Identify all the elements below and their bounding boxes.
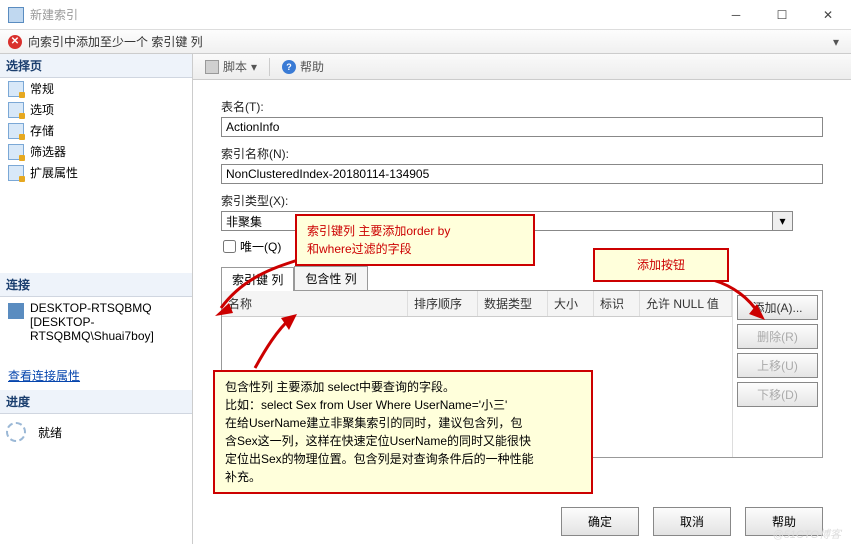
unique-checkbox[interactable] (223, 240, 236, 253)
server-icon (8, 303, 24, 319)
annotation-text: 添加按钮 (605, 256, 717, 274)
col-name[interactable]: 名称 (222, 291, 408, 316)
annotation-text: 和where过滤的字段 (307, 240, 523, 258)
page-icon (8, 102, 24, 118)
annotation-text: 在给UserName建立非聚集索引的同时，建议包含列，包 (225, 414, 581, 432)
error-bar: ✕ 向索引中添加至少一个 索引键 列 ▾ (0, 30, 851, 54)
maximize-button[interactable]: ☐ (759, 0, 805, 30)
remove-button: 删除(R) (737, 324, 818, 349)
page-icon (8, 123, 24, 139)
script-icon (205, 60, 219, 74)
index-type-label: 索引类型(X): (221, 192, 823, 209)
help-icon: ? (282, 60, 296, 74)
unique-label: 唯一(Q) (240, 238, 281, 255)
ok-button[interactable]: 确定 (561, 507, 639, 536)
sidebar-item-general[interactable]: 常规 (0, 78, 192, 99)
annotation-text: 比如：select Sex from User Where UserName='… (225, 396, 581, 414)
grid-button-column: 添加(A)... 删除(R) 上移(U) 下移(D) (732, 291, 822, 457)
page-icon (8, 144, 24, 160)
table-name-label: 表名(T): (221, 98, 823, 115)
annotation-text: 索引键列 主要添加order by (307, 222, 523, 240)
close-button[interactable]: ✕ (805, 0, 851, 30)
sidebar-item-extended[interactable]: 扩展属性 (0, 162, 192, 183)
app-icon (8, 7, 24, 23)
sidebar-item-storage[interactable]: 存储 (0, 120, 192, 141)
move-down-button: 下移(D) (737, 382, 818, 407)
titlebar: 新建索引 ─ ☐ ✕ (0, 0, 851, 30)
sidebar-label: 常规 (30, 80, 54, 97)
minimize-button[interactable]: ─ (713, 0, 759, 30)
tab-index-key-columns[interactable]: 索引键 列 (221, 267, 294, 291)
connection-header: 连接 (0, 273, 192, 297)
annotation-text: 补充。 (225, 468, 581, 486)
progress-status: 就绪 (0, 414, 192, 450)
annotation-add-button: 添加按钮 (593, 248, 729, 282)
add-button[interactable]: 添加(A)... (737, 295, 818, 320)
sidebar-label: 选项 (30, 101, 54, 118)
error-dropdown-icon[interactable]: ▾ (829, 35, 843, 49)
connection-machine: DESKTOP-RTSQBMQ (30, 301, 186, 315)
sidebar-item-options[interactable]: 选项 (0, 99, 192, 120)
annotation-index-key: 索引键列 主要添加order by 和where过滤的字段 (295, 214, 535, 266)
toolbar: 脚本 ▾ ? 帮助 (193, 54, 851, 80)
help-button[interactable]: ? 帮助 (276, 56, 330, 77)
progress-text: 就绪 (38, 424, 62, 441)
sidebar-label: 存储 (30, 122, 54, 139)
content-area: 脚本 ▾ ? 帮助 表名(T): 索引名称(N): 索引类型(X): ▾ (193, 54, 851, 544)
separator (269, 58, 270, 76)
tab-included-columns[interactable]: 包含性 列 (294, 266, 367, 290)
sidebar-item-filter[interactable]: 筛选器 (0, 141, 192, 162)
annotation-text: 定位出Sex的物理位置。包含列是对查询条件后的一种性能 (225, 450, 581, 468)
sidebar-label: 扩展属性 (30, 164, 78, 181)
progress-icon (6, 422, 26, 442)
col-sort[interactable]: 排序顺序 (408, 291, 478, 316)
table-name-input (221, 117, 823, 137)
annotation-included-columns: 包含性列 主要添加 select中要查询的字段。 比如：select Sex f… (213, 370, 593, 494)
index-type-dropdown-button[interactable]: ▾ (773, 211, 793, 231)
connection-auth: [DESKTOP-RTSQBMQ\Shuai7boy] (30, 315, 186, 343)
sidebar: 选择页 常规 选项 存储 筛选器 扩展属性 连接 DESKTOP-RTSQBMQ… (0, 54, 193, 544)
progress-header: 进度 (0, 390, 192, 414)
chevron-down-icon: ▾ (779, 214, 785, 228)
move-up-button: 上移(U) (737, 353, 818, 378)
connection-info: DESKTOP-RTSQBMQ [DESKTOP-RTSQBMQ\Shuai7b… (0, 297, 192, 347)
error-icon: ✕ (8, 35, 22, 49)
script-button[interactable]: 脚本 ▾ (199, 56, 263, 77)
page-icon (8, 165, 24, 181)
error-text: 向索引中添加至少一个 索引键 列 (28, 33, 203, 50)
window-title: 新建索引 (30, 6, 713, 23)
tabs: 索引键 列 包含性 列 (221, 266, 823, 291)
index-name-label: 索引名称(N): (221, 145, 823, 162)
col-ident[interactable]: 标识 (594, 291, 640, 316)
col-nullable[interactable]: 允许 NULL 值 (640, 291, 732, 316)
cancel-button[interactable]: 取消 (653, 507, 731, 536)
page-icon (8, 81, 24, 97)
col-dtype[interactable]: 数据类型 (478, 291, 548, 316)
view-connection-properties-link[interactable]: 查看连接属性 (0, 365, 192, 386)
sidebar-label: 筛选器 (30, 143, 66, 160)
index-name-input[interactable] (221, 164, 823, 184)
chevron-down-icon: ▾ (251, 60, 257, 74)
annotation-text: 包含性列 主要添加 select中要查询的字段。 (225, 378, 581, 396)
help-label: 帮助 (300, 58, 324, 75)
select-page-header: 选择页 (0, 54, 192, 78)
annotation-text: 含Sex这一列，这样在快速定位UserName的同时又能很快 (225, 432, 581, 450)
script-label: 脚本 (223, 58, 247, 75)
watermark: @51CTO博客 (773, 526, 841, 542)
col-size[interactable]: 大小 (548, 291, 594, 316)
